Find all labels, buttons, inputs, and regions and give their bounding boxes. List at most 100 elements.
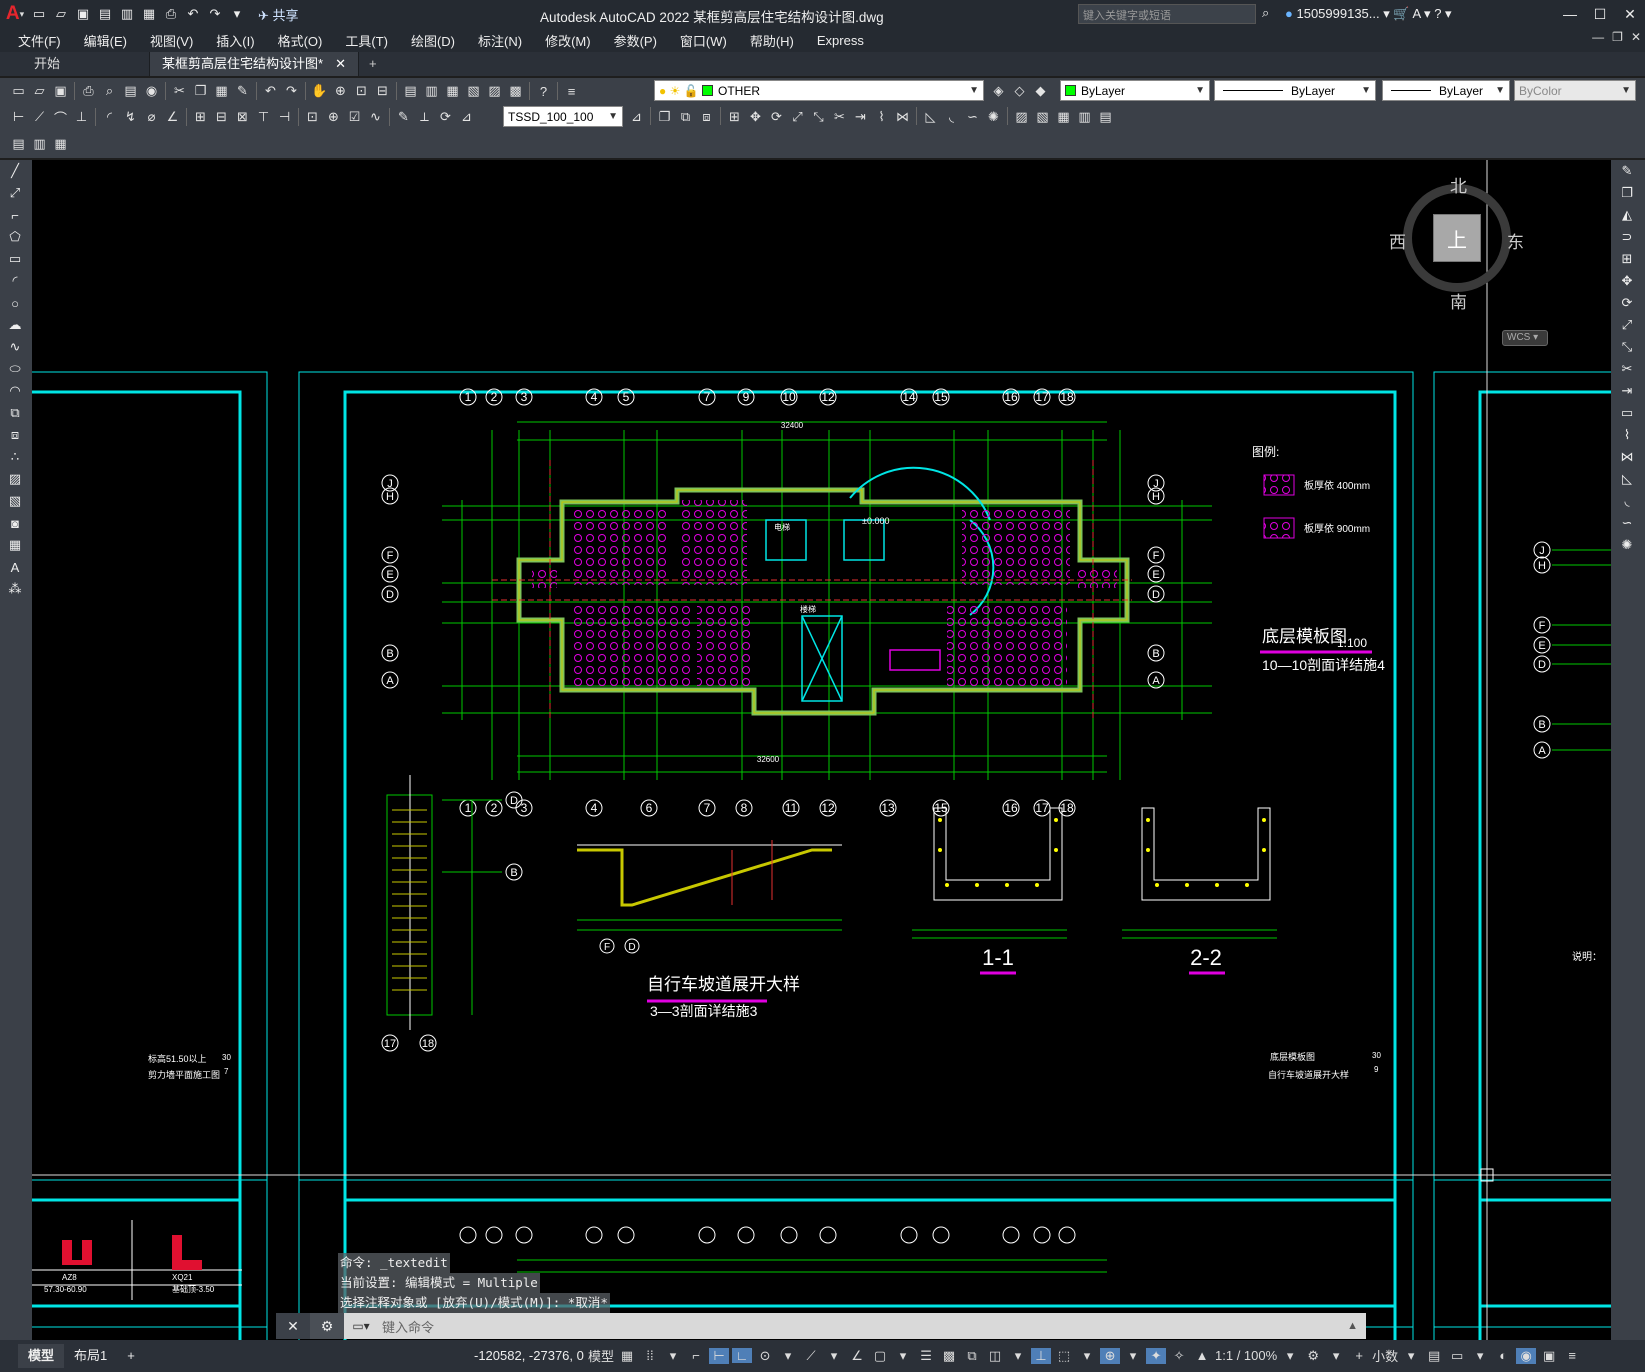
dimstyle-manager-icon[interactable]: ⊿ (626, 107, 647, 127)
lineweight-icon[interactable]: ☰ (916, 1348, 936, 1364)
stretch-object-icon[interactable]: ⤡ (1611, 336, 1643, 358)
gizmo-icon[interactable]: ⊕ (1100, 1347, 1121, 1364)
sheetset-icon[interactable]: ▧ (463, 81, 484, 101)
ellipse-arc-icon[interactable]: ◠ (0, 380, 30, 402)
autocad-logo-icon[interactable]: A ▾ (0, 0, 30, 28)
gizmo-dropdown-icon[interactable]: ▾ (1123, 1348, 1143, 1364)
osnap-dropdown-icon[interactable]: ▾ (893, 1348, 913, 1364)
circle-icon[interactable]: ○ (0, 292, 30, 314)
object-tracking-icon[interactable]: ∠ (847, 1348, 867, 1364)
compass-north[interactable]: 北 (1450, 172, 1467, 197)
selection-filter-icon[interactable]: ⬚ (1054, 1348, 1074, 1364)
menu-insert[interactable]: 插入(I) (216, 31, 254, 50)
extend-icon[interactable]: ⇥ (850, 107, 871, 127)
viewcube-top-face[interactable]: 上 (1433, 214, 1481, 262)
snap-icon[interactable]: ⁞⁞ (640, 1348, 660, 1363)
copy2-icon[interactable]: ❐ (654, 107, 675, 127)
rectangle-icon[interactable]: ▭ (0, 248, 30, 270)
layer-match-icon[interactable]: ◆ (1030, 81, 1051, 101)
compass-west[interactable]: 西 (1389, 228, 1406, 253)
array-object-icon[interactable]: ⊞ (1611, 248, 1643, 270)
redo2-icon[interactable]: ↷ (281, 81, 302, 101)
sync-icon[interactable]: ▦ (50, 134, 71, 154)
undo-icon[interactable]: ↶ (184, 5, 202, 23)
menu-draw[interactable]: 绘图(D) (411, 31, 455, 50)
clean-screen-icon[interactable]: ▣ (1539, 1348, 1559, 1364)
toolpalettes-icon[interactable]: ▦ (442, 81, 463, 101)
iso-dropdown-icon[interactable]: ▾ (824, 1348, 844, 1364)
scale-dropdown-icon[interactable]: ▾ (1280, 1348, 1300, 1364)
layer-dropdown[interactable]: ● ☀ 🔓 OTHER ▼ (654, 80, 984, 101)
erase-icon[interactable]: ✎ (1611, 160, 1643, 182)
menu-parametric[interactable]: 参数(P) (614, 31, 657, 50)
array-icon[interactable]: ⊞ (724, 107, 745, 127)
dimedit-icon[interactable]: ✎ (393, 107, 414, 127)
offset-icon[interactable]: ⧈ (696, 107, 717, 127)
make-current-icon[interactable]: ◈ (988, 81, 1009, 101)
print-icon[interactable]: ⎙ (78, 81, 99, 101)
dim-diameter-icon[interactable]: ⌀ (141, 107, 162, 127)
rotate-icon[interactable]: ⟳ (766, 107, 787, 127)
quick-properties-icon[interactable]: ▤ (1424, 1348, 1444, 1364)
redo-icon[interactable]: ↷ (206, 5, 224, 23)
maximize-icon[interactable]: ☐ (1585, 0, 1615, 28)
lock-ui-icon[interactable]: ▭ (1447, 1348, 1467, 1364)
customization-icon[interactable]: ≡ (1562, 1348, 1582, 1363)
close-icon[interactable]: ✕ (1615, 0, 1645, 28)
autodesk-icon[interactable]: A (1412, 6, 1420, 21)
blend-icon[interactable]: ∽ (962, 107, 983, 127)
menu-window[interactable]: 窗口(W) (680, 31, 727, 50)
extend-object-icon[interactable]: ⇥ (1611, 380, 1643, 402)
wcs-menu[interactable]: WCS ▾ (1502, 330, 1548, 346)
markup-icon[interactable]: ▨ (484, 81, 505, 101)
mirror-object-icon[interactable]: ◭ (1611, 204, 1643, 226)
menu-view[interactable]: 视图(V) (150, 31, 193, 50)
point-icon[interactable]: ∴ (0, 446, 30, 468)
drawing-canvas[interactable]: 1 2 3 4 5 7 9 10 12 14 15 16 17 18 32400 (32, 160, 1611, 1350)
doc-minimize-icon[interactable]: — (1592, 30, 1604, 44)
workspace-dropdown-icon[interactable]: ▾ (1326, 1348, 1346, 1364)
grid-icon[interactable]: ▦ (617, 1348, 637, 1364)
units-dropdown-icon[interactable]: ▾ (1401, 1348, 1421, 1364)
dim-arc-icon[interactable]: ⌒ (50, 107, 71, 127)
doc-close-icon[interactable]: ✕ (1631, 30, 1641, 44)
center-mark-icon[interactable]: ⊕ (323, 107, 344, 127)
publish-icon[interactable]: ▤ (120, 81, 141, 101)
dim-radius-icon[interactable]: ◜ (99, 107, 120, 127)
lock-dropdown-icon[interactable]: ▾ (1470, 1348, 1490, 1364)
qopen-icon[interactable]: ▱ (29, 81, 50, 101)
matchprop-icon[interactable]: ✎ (232, 81, 253, 101)
command-input[interactable]: 键入命令 (382, 1317, 434, 1336)
move-object-icon[interactable]: ✥ (1611, 270, 1643, 292)
cart-icon[interactable]: 🛒 (1393, 6, 1409, 21)
isodraft-icon[interactable]: ⟋ (801, 1348, 821, 1364)
move-icon[interactable]: ✥ (745, 107, 766, 127)
polar-dropdown-icon[interactable]: ▾ (778, 1348, 798, 1364)
designcenter-icon[interactable]: ▥ (421, 81, 442, 101)
rotate-object-icon[interactable]: ⟳ (1611, 292, 1643, 314)
preview-icon[interactable]: ⌕ (99, 81, 120, 101)
menu-edit[interactable]: 编辑(E) (84, 31, 127, 50)
line-icon[interactable]: ╱ (0, 160, 30, 182)
jogged-linear-icon[interactable]: ∿ (365, 107, 386, 127)
filter-dropdown-icon[interactable]: ▾ (1077, 1348, 1097, 1364)
join-object-icon[interactable]: ⋈ (1611, 446, 1643, 468)
ortho-icon[interactable]: ∟ (732, 1348, 753, 1363)
chamfer-icon[interactable]: ◺ (920, 107, 941, 127)
share-button[interactable]: ✈ 共享 (258, 5, 299, 24)
menu-express[interactable]: Express (817, 33, 864, 48)
dim-angular-icon[interactable]: ∠ (162, 107, 183, 127)
scale-icon[interactable]: ⤢ (787, 107, 808, 127)
dim-ordinate-icon[interactable]: ⊥ (71, 107, 92, 127)
explode-icon[interactable]: ✺ (983, 107, 1004, 127)
save-icon[interactable]: ▣ (74, 5, 92, 23)
dimstyle-icon[interactable]: ⊿ (456, 107, 477, 127)
qat-dropdown-icon[interactable]: ▾ (228, 5, 246, 23)
3d-dropdown-icon[interactable]: ▾ (1008, 1348, 1028, 1364)
qdim-icon[interactable]: ⊞ (190, 107, 211, 127)
viewcube[interactable]: 上 北 南 东 西 (1389, 177, 1524, 312)
break-icon[interactable]: ⌇ (871, 107, 892, 127)
tab-start[interactable]: 开始 (0, 52, 150, 76)
auto-scale-icon[interactable]: ✧ (1169, 1348, 1189, 1364)
snap-dropdown-icon[interactable]: ▾ (663, 1348, 683, 1364)
